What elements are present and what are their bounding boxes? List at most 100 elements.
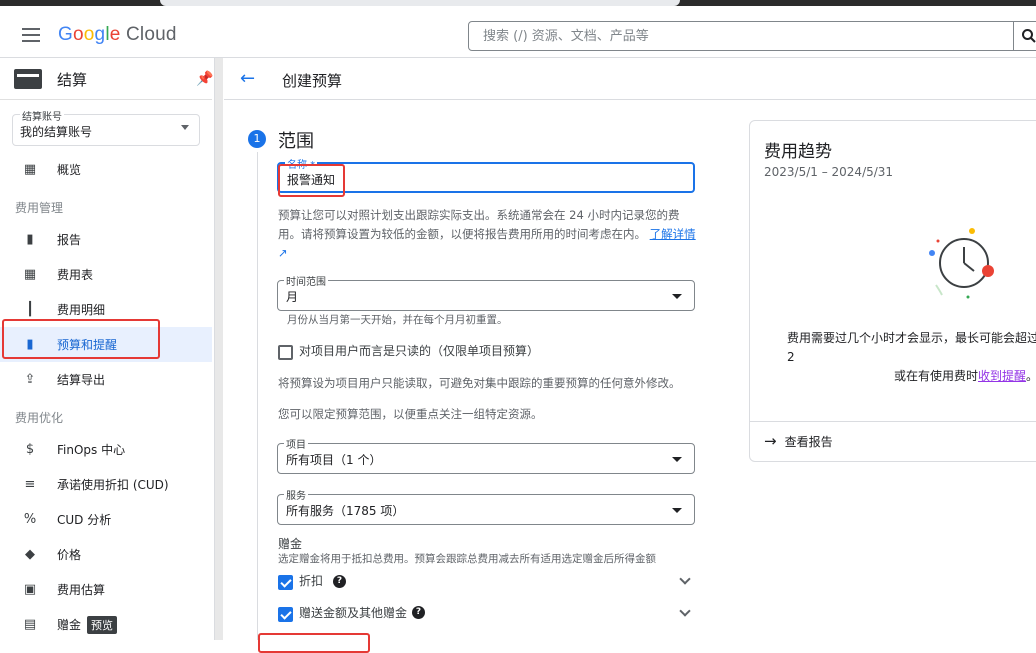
highlight-box-budgets bbox=[2, 319, 160, 359]
search-input[interactable] bbox=[469, 22, 1013, 50]
arrow-right-icon: → bbox=[764, 432, 777, 450]
sidebar-item-pricing[interactable]: ◆ 价格 bbox=[0, 537, 212, 572]
time-range-select[interactable]: 时间范围 月 bbox=[277, 273, 695, 311]
logo-letter: g bbox=[94, 24, 106, 45]
sidebar-item-label: 赠金 预览 bbox=[57, 616, 118, 634]
sidebar-item-billing-export[interactable]: ⇪ 结算导出 bbox=[0, 362, 212, 397]
page-header: ← 创建预算 bbox=[224, 58, 1036, 100]
promo-credits-checkbox[interactable] bbox=[278, 607, 293, 622]
logo-letter: G bbox=[58, 24, 73, 45]
promo-credits-label: 赠送金额及其他赠金 bbox=[299, 606, 408, 620]
sidebar-item-cud[interactable]: ≡ 承诺使用折扣 (CUD) bbox=[0, 467, 212, 502]
account-label: 结算账号 bbox=[20, 108, 64, 123]
cost-trend-title: 费用趋势 bbox=[764, 142, 832, 162]
sidebar-item-label: 费用明细 bbox=[57, 303, 106, 317]
sidebar-item-credits[interactable]: ▤ 赠金 预览 bbox=[0, 607, 212, 642]
sidebar-item-label: 报告 bbox=[57, 233, 82, 247]
cost-trend-date-range: 2023/5/1 – 2024/5/31 bbox=[764, 165, 894, 179]
pin-icon[interactable]: 📌 bbox=[196, 71, 213, 87]
readonly-label: 对项目用户而言是只读的（仅限单项目预算） bbox=[299, 344, 540, 358]
billing-account-select[interactable]: 结算账号 我的结算账号 bbox=[12, 108, 200, 146]
sidebar-header: 结算 📌 bbox=[0, 58, 213, 100]
sidebar-item-label: 价格 bbox=[57, 548, 82, 562]
cost-trend-card: 费用趋势 2023/5/1 – 2024/5/31 费用需要过几个小时才会显示，… bbox=[749, 120, 1036, 462]
highlight-box-bottom bbox=[258, 633, 370, 653]
help-icon[interactable]: ? bbox=[333, 575, 346, 588]
step-connector-line bbox=[257, 152, 258, 640]
sidebar-item-label: CUD 分析 bbox=[57, 513, 112, 527]
dollar-icon: $ bbox=[25, 442, 35, 457]
section-label: 费用优化 bbox=[15, 411, 64, 425]
sidebar-title: 结算 bbox=[57, 71, 88, 89]
sidebar-item-cud-analysis[interactable]: % CUD 分析 bbox=[0, 502, 212, 537]
highlight-box-name bbox=[278, 164, 345, 197]
tag-icon: ◆ bbox=[25, 547, 35, 562]
step-title: 范围 bbox=[278, 131, 314, 152]
sidebar-item-cost-table[interactable]: ▦ 费用表 bbox=[0, 257, 212, 292]
table-icon: ▦ bbox=[23, 267, 37, 282]
credits-label: 赠金 bbox=[57, 618, 82, 632]
receive-alerts-link[interactable]: 收到提醒 bbox=[978, 369, 1026, 383]
discount-label: 折扣 bbox=[299, 574, 324, 588]
sidebar-item-cost-estimate[interactable]: ▣ 费用估算 bbox=[0, 572, 212, 607]
back-arrow-icon[interactable]: ← bbox=[240, 68, 255, 89]
search-box[interactable] bbox=[468, 21, 1014, 51]
external-link-icon[interactable]: ↗ bbox=[278, 246, 288, 260]
logo-letter: o bbox=[72, 24, 84, 45]
view-report-label: 查看报告 bbox=[784, 435, 833, 449]
project-select[interactable]: 项目 所有项目（1 个） bbox=[277, 436, 695, 474]
dropdown-arrow-icon bbox=[672, 457, 682, 462]
sidebar-item-finops[interactable]: $ FinOps 中心 bbox=[0, 432, 212, 467]
view-report-link[interactable]: → 查看报告 bbox=[764, 432, 833, 450]
description-text: 预算让您可以对照计划支出跟踪实际支出。系统通常会在 24 小时内记录您的费用。请… bbox=[278, 208, 680, 241]
discount-checkbox[interactable] bbox=[278, 575, 293, 590]
billing-icon bbox=[14, 69, 42, 89]
cost-trend-message-line1: 费用需要过几个小时才会显示，最长可能会超过 2 bbox=[787, 331, 1036, 364]
sidebar-item-label: 概览 bbox=[57, 163, 82, 177]
readonly-checkbox[interactable] bbox=[278, 345, 293, 360]
breakdown-icon: ┃ bbox=[26, 302, 34, 317]
credits-description: 选定赠金将用于抵扣总费用。预算会跟踪总费用减去所有适用选定赠金后所得金额 bbox=[278, 553, 656, 565]
google-cloud-logo[interactable]: Google Cloud bbox=[58, 24, 177, 46]
scope-description: 您可以限定预算范围，以便重点关注一组特定资源。 bbox=[278, 407, 543, 421]
project-value: 所有项目（1 个） bbox=[286, 453, 382, 467]
menu-icon[interactable] bbox=[22, 28, 40, 42]
account-value: 我的结算账号 bbox=[20, 125, 93, 139]
clock-illustration-icon bbox=[929, 228, 994, 299]
sidebar-scrollbar[interactable] bbox=[214, 58, 223, 640]
percent-icon: % bbox=[23, 512, 37, 527]
cost-trend-message: 费用需要过几个小时才会显示，最长可能会超过 2 或在有使用费时收到提醒。 bbox=[750, 329, 1036, 386]
service-select[interactable]: 服务 所有服务（1785 项） bbox=[277, 487, 695, 525]
message-text: 或在有使用费时 bbox=[894, 369, 979, 383]
chevron-down-icon[interactable] bbox=[679, 605, 691, 617]
sidebar-item-label: 承诺使用折扣 (CUD) bbox=[57, 478, 169, 492]
preview-badge: 预览 bbox=[87, 616, 118, 634]
sidebar-item-overview[interactable]: ▦ 概览 bbox=[0, 152, 212, 187]
top-header: Google Cloud bbox=[0, 6, 1036, 58]
search-button[interactable] bbox=[1014, 21, 1036, 51]
logo-letter: e bbox=[109, 24, 121, 45]
export-icon: ⇪ bbox=[24, 372, 36, 387]
time-range-value: 月 bbox=[286, 290, 299, 304]
dropdown-arrow-icon bbox=[672, 294, 682, 299]
time-range-hint: 月份从当月第一天开始，并在每个月月初重置。 bbox=[287, 314, 508, 326]
sidebar-item-label: 费用表 bbox=[57, 268, 94, 282]
logo-cloud-text: Cloud bbox=[126, 24, 177, 45]
chevron-down-icon[interactable] bbox=[679, 573, 691, 585]
time-range-label: 时间范围 bbox=[284, 273, 328, 288]
learn-more-link[interactable]: 了解详情 bbox=[650, 227, 696, 241]
readonly-description: 将预算设为项目用户只能读取，可避免对集中跟踪的重要预算的任何意外修改。 bbox=[278, 376, 681, 390]
sidebar-item-reports[interactable]: ▮ 报告 bbox=[0, 222, 212, 257]
overview-icon: ▦ bbox=[23, 162, 37, 177]
sidebar-item-label: 费用估算 bbox=[57, 583, 106, 597]
service-label: 服务 bbox=[284, 487, 308, 502]
help-icon[interactable]: ? bbox=[412, 606, 425, 619]
calculator-icon: ▣ bbox=[23, 582, 37, 597]
message-text: 。 bbox=[1026, 369, 1036, 383]
list-icon: ≡ bbox=[24, 477, 36, 492]
sidebar-item-label: 结算导出 bbox=[57, 373, 106, 387]
bar-chart-icon: ▮ bbox=[26, 232, 34, 247]
cost-trend-message-line2: 或在有使用费时收到提醒。 bbox=[750, 367, 1036, 386]
project-label: 项目 bbox=[284, 436, 308, 451]
dropdown-arrow-icon bbox=[672, 508, 682, 513]
